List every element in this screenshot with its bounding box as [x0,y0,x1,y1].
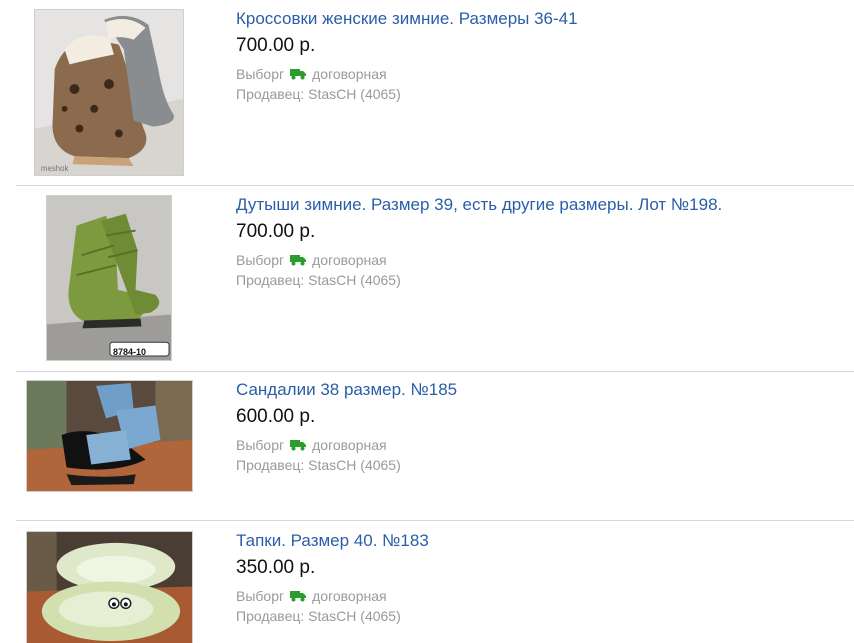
seller-prefix: Продавец: [236,272,305,288]
listing-meta: Выборг договорная Продавец: StasCH (4065… [236,435,457,475]
seller-link[interactable]: StasCH (4065) [308,606,401,626]
listing-city: Выборг [236,588,285,604]
listing-title-link[interactable]: Кроссовки женские зимние. Размеры 36-41 [236,9,578,29]
listing-city: Выборг [236,252,285,268]
listing-price: 350.00 р. [236,557,316,578]
listing-city: Выборг [236,66,285,82]
listing-title-link[interactable]: Сандалии 38 размер. №185 [236,380,457,400]
product-image-slippers[interactable] [26,531,193,643]
image-caption: 8784-10 [113,347,147,357]
seller-prefix: Продавец: [236,457,305,473]
seller-line: Продавец: StasCH (4065) [236,270,722,290]
listing-info: Дутыши зимние. Размер 39, есть другие ра… [236,195,722,290]
listing-price: 600.00 р. [236,406,316,427]
listing-title-link[interactable]: Тапки. Размер 40. №183 [236,531,429,551]
location-delivery-line: Выборг договорная [236,435,457,455]
listing-item: Тапки. Размер 40. №183 350.00 р. Выборг … [16,521,854,643]
product-image-winter-sneakers[interactable]: meshok [34,9,184,176]
seller-prefix: Продавец: [236,86,305,102]
listing-info: Тапки. Размер 40. №183 350.00 р. Выборг … [236,531,429,626]
truck-icon [290,68,307,80]
listing-info: Кроссовки женские зимние. Размеры 36-41 … [236,9,578,104]
seller-link[interactable]: StasCH (4065) [308,455,401,475]
delivery-terms: договорная [312,437,387,453]
listing-city: Выборг [236,437,285,453]
seller-line: Продавец: StasCH (4065) [236,606,429,626]
listing-meta: Выборг договорная Продавец: StasCH (4065… [236,586,429,626]
location-delivery-line: Выборг договорная [236,250,722,270]
delivery-terms: договорная [312,66,387,82]
listing-info: Сандалии 38 размер. №185 600.00 р. Выбор… [236,380,457,475]
listing-price: 700.00 р. [236,221,316,242]
seller-link[interactable]: StasCH (4065) [308,84,401,104]
delivery-terms: договорная [312,588,387,604]
listing-title-link[interactable]: Дутыши зимние. Размер 39, есть другие ра… [236,195,722,215]
listing-price: 700.00 р. [236,35,316,56]
listing-item: 8784-10 Дутыши зимние. Размер 39, есть д… [16,186,854,371]
listing-meta: Выборг договорная Продавец: StasCH (4065… [236,64,578,104]
product-image-sandals[interactable] [26,380,193,492]
seller-line: Продавец: StasCH (4065) [236,84,578,104]
svg-text:meshok: meshok [41,164,69,173]
location-delivery-line: Выборг договорная [236,64,578,84]
product-image-puffer-boots[interactable]: 8784-10 [46,195,172,361]
truck-icon [290,254,307,266]
seller-prefix: Продавец: [236,608,305,624]
seller-link[interactable]: StasCH (4065) [308,270,401,290]
location-delivery-line: Выборг договорная [236,586,429,606]
listing-item: meshok Кроссовки женские зимние. Размеры… [16,0,854,185]
truck-icon [290,590,307,602]
listing-meta: Выборг договорная Продавец: StasCH (4065… [236,250,722,290]
truck-icon [290,439,307,451]
listing-item: Сандалии 38 размер. №185 600.00 р. Выбор… [16,372,854,520]
seller-line: Продавец: StasCH (4065) [236,455,457,475]
delivery-terms: договорная [312,252,387,268]
